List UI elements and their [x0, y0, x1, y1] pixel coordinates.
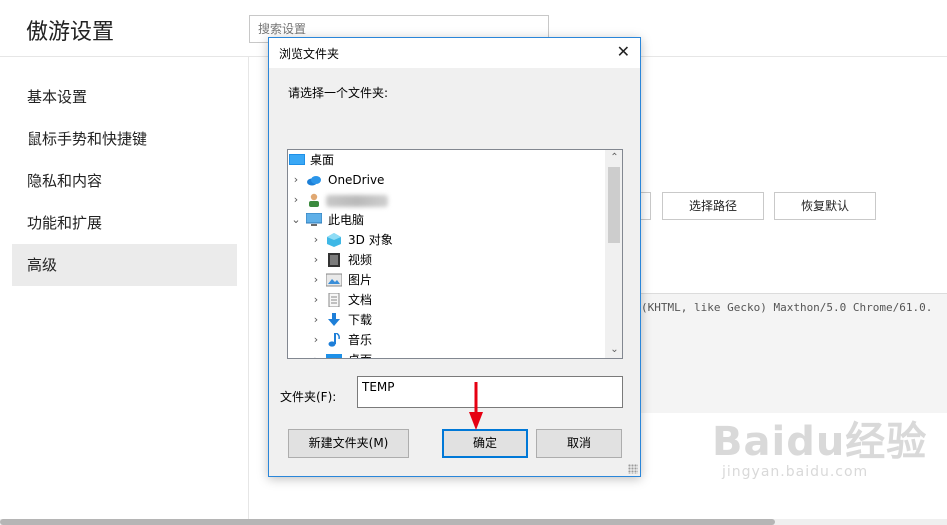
tree-item-videos[interactable]: › 视频 — [288, 250, 622, 270]
sidebar-item-privacy-content[interactable]: 隐私和内容 — [12, 160, 237, 202]
computer-icon — [306, 213, 322, 226]
tree-item-music[interactable]: › 音乐 — [288, 330, 622, 350]
chevron-right-icon[interactable]: › — [310, 330, 322, 350]
cancel-button[interactable]: 取消 — [536, 429, 622, 458]
tree-item-desktop-root[interactable]: 桌面 — [288, 150, 622, 170]
new-folder-button[interactable]: 新建文件夹(M) — [288, 429, 409, 458]
tree-scrollbar-thumb[interactable] — [608, 167, 620, 243]
user-agent-textarea[interactable]: (KHTML, like Gecko) Maxthon/5.0 Chrome/6… — [636, 293, 947, 413]
tree-item-label: 下载 — [348, 313, 373, 327]
tree-item-downloads[interactable]: › 下载 — [288, 310, 622, 330]
tree-item-label: 图片 — [348, 273, 373, 287]
watermark-url: jingyan.baidu.com — [722, 464, 869, 480]
sidebar: 基本设置 鼠标手势和快捷键 隐私和内容 功能和扩展 高级 — [12, 76, 237, 286]
chevron-right-icon[interactable]: › — [290, 190, 302, 210]
horizontal-scrollbar-thumb[interactable] — [0, 519, 775, 525]
tree-item-label: 此电脑 — [328, 213, 365, 227]
baidu-watermark: Baidu经验 jingyan.baidu.com — [712, 420, 927, 480]
user-icon — [309, 193, 319, 207]
tree-item-pictures[interactable]: › 图片 — [288, 270, 622, 290]
chevron-down-icon[interactable]: ⌄ — [290, 210, 302, 230]
dialog-prompt: 请选择一个文件夹: — [288, 86, 389, 100]
user-agent-text: (KHTML, like Gecko) Maxthon/5.0 Chrome/6… — [641, 301, 933, 314]
music-icon — [328, 333, 340, 347]
pictures-icon — [326, 273, 342, 287]
watermark-logo: Baidu经验 — [712, 419, 928, 465]
tree-item-user-folder[interactable]: › — [288, 190, 622, 210]
folder-tree[interactable]: 桌面 › OneDrive › ⌄ 此电脑 › 3D 对象 › 视频 › 图片 … — [287, 149, 623, 359]
horizontal-scrollbar[interactable] — [0, 519, 947, 525]
tree-item-3d-objects[interactable]: › 3D 对象 — [288, 230, 622, 250]
ok-button[interactable]: 确定 — [442, 429, 528, 458]
tree-item-label: OneDrive — [328, 173, 385, 187]
chevron-right-icon[interactable]: › — [310, 250, 322, 270]
onedrive-cloud-icon — [307, 176, 321, 186]
close-icon[interactable]: ✕ — [617, 43, 630, 61]
sidebar-item-gestures-shortcuts[interactable]: 鼠标手势和快捷键 — [12, 118, 237, 160]
documents-icon — [328, 293, 340, 307]
dialog-titlebar[interactable]: 浏览文件夹 ✕ — [269, 38, 640, 68]
desktop-icon — [289, 154, 305, 165]
tree-item-documents[interactable]: › 文档 — [288, 290, 622, 310]
tree-item-onedrive[interactable]: › OneDrive — [288, 170, 622, 190]
tree-item-label: 音乐 — [348, 333, 373, 347]
tree-item-label: 桌面 — [310, 153, 335, 167]
tree-item-label: 视频 — [348, 253, 373, 267]
video-icon — [328, 253, 340, 267]
scroll-down-arrow-icon[interactable]: ⌄ — [606, 342, 622, 358]
tree-item-this-pc[interactable]: ⌄ 此电脑 — [288, 210, 622, 230]
partial-hidden-button[interactable] — [640, 192, 651, 220]
chevron-right-icon[interactable]: › — [310, 290, 322, 310]
sidebar-item-advanced[interactable]: 高级 — [12, 244, 237, 286]
tree-item-label: 桌面 — [348, 350, 372, 358]
folder-field[interactable] — [357, 376, 623, 408]
sidebar-item-basic[interactable]: 基本设置 — [12, 76, 237, 118]
resize-grip-icon[interactable] — [628, 464, 638, 474]
chevron-right-icon[interactable]: › — [290, 170, 302, 190]
select-path-button[interactable]: 选择路径 — [662, 192, 764, 220]
tree-item-label: 3D 对象 — [348, 233, 393, 247]
tree-item-desktop[interactable]: › 桌面 — [288, 350, 622, 358]
app-title: 傲游设置 — [26, 20, 115, 45]
chevron-right-icon[interactable]: › — [310, 350, 322, 358]
scroll-up-arrow-icon[interactable]: ⌃ — [606, 150, 622, 166]
folder-field-label: 文件夹(F): — [280, 390, 337, 404]
sidebar-divider — [248, 57, 249, 525]
desktop-icon — [326, 354, 342, 358]
annotation-arrow-icon — [469, 382, 483, 430]
chevron-right-icon[interactable]: › — [310, 270, 322, 290]
browse-folder-dialog: 浏览文件夹 ✕ 请选择一个文件夹: 桌面 › OneDrive › ⌄ 此电脑 … — [268, 37, 641, 477]
blurred-username — [326, 195, 388, 207]
sidebar-item-features-extensions[interactable]: 功能和扩展 — [12, 202, 237, 244]
tree-item-label: 文档 — [348, 293, 373, 307]
tree-vertical-scrollbar[interactable]: ⌃ ⌄ — [605, 150, 622, 358]
dialog-title: 浏览文件夹 — [279, 47, 340, 61]
download-icon — [328, 313, 340, 326]
3d-objects-icon — [327, 233, 341, 247]
chevron-right-icon[interactable]: › — [310, 310, 322, 330]
chevron-right-icon[interactable]: › — [310, 230, 322, 250]
restore-default-button[interactable]: 恢复默认 — [774, 192, 876, 220]
